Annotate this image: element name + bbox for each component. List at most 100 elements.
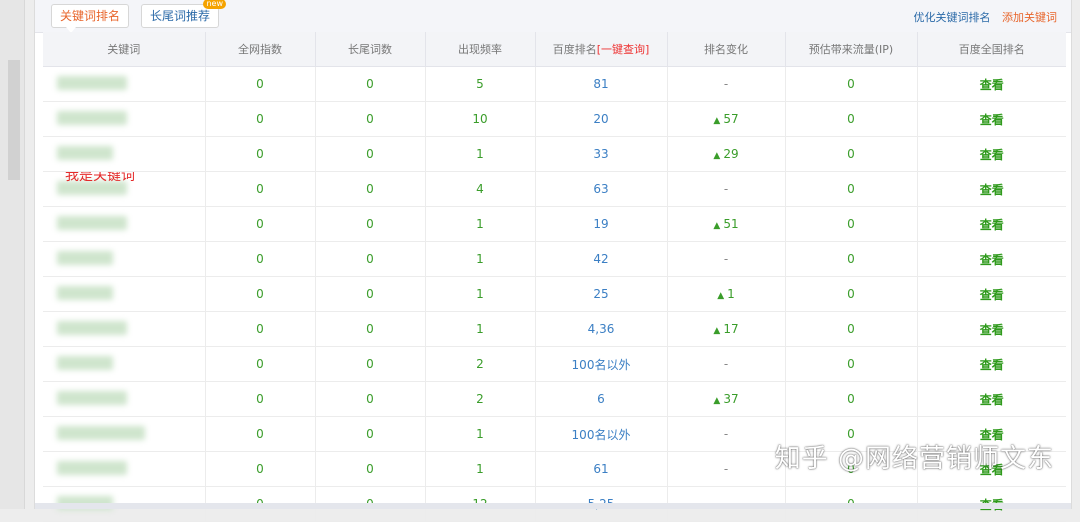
left-edge xyxy=(0,0,25,509)
baidu-rank-cell[interactable]: 4,36 xyxy=(535,311,668,347)
traffic-cell: 0 xyxy=(785,381,918,417)
index-cell: 0 xyxy=(205,311,316,347)
keyword-cell xyxy=(43,136,206,172)
table-row: 0 0 1 25 ▲ 1 0 查看 xyxy=(43,276,1066,312)
col-longtail: 长尾词数 xyxy=(315,32,426,67)
rank-change-value: 17 xyxy=(723,322,739,336)
blurred-keyword xyxy=(57,251,113,265)
rank-change-cell: - xyxy=(667,451,786,487)
blurred-keyword xyxy=(57,286,113,300)
index-cell: 0 xyxy=(205,346,316,382)
index-cell: 0 xyxy=(205,241,316,277)
arrow-up-icon: ▲ xyxy=(713,221,721,231)
index-cell: 0 xyxy=(205,206,316,242)
tab-longtail-recommend-label: 长尾词推荐 xyxy=(150,9,211,23)
new-badge: new xyxy=(203,0,227,9)
rank-change-cell: ▲ 1 xyxy=(667,276,786,312)
table-row: 0 0 2 6 ▲ 37 0 查看 xyxy=(43,381,1066,417)
view-button[interactable]: 查看 xyxy=(917,171,1066,207)
col-traffic: 预估带来流量(IP) xyxy=(785,32,918,67)
baidu-rank-cell[interactable]: 33 xyxy=(535,136,668,172)
top-links: 优化关键词排名 添加关键词 xyxy=(906,9,1058,25)
view-button[interactable]: 查看 xyxy=(917,206,1066,242)
index-cell: 0 xyxy=(205,101,316,137)
view-button[interactable]: 查看 xyxy=(917,311,1066,347)
view-button[interactable]: 查看 xyxy=(917,346,1066,382)
index-cell: 0 xyxy=(205,276,316,312)
frequency-cell: 1 xyxy=(425,311,536,347)
baidu-rank-cell[interactable]: 63 xyxy=(535,171,668,207)
optimize-ranking-link[interactable]: 优化关键词排名 xyxy=(914,11,991,24)
longtail-cell: 0 xyxy=(315,136,426,172)
traffic-cell: 0 xyxy=(785,136,918,172)
rank-change-value: 57 xyxy=(723,112,739,126)
traffic-cell: 0 xyxy=(785,66,918,102)
frequency-cell: 2 xyxy=(425,346,536,382)
bottom-scrollbar[interactable] xyxy=(35,503,1071,509)
frequency-cell: 1 xyxy=(425,206,536,242)
view-button[interactable]: 查看 xyxy=(917,101,1066,137)
baidu-rank-cell[interactable]: 81 xyxy=(535,66,668,102)
rank-change-value: 37 xyxy=(723,392,739,406)
col-rank-change: 排名变化 xyxy=(667,32,786,67)
blurred-keyword xyxy=(57,146,113,160)
frequency-cell: 1 xyxy=(425,451,536,487)
blurred-keyword xyxy=(57,76,127,90)
col-baidu-rank-label: 百度排名 xyxy=(552,43,597,56)
arrow-up-icon: ▲ xyxy=(717,291,725,301)
baidu-rank-cell[interactable]: 19 xyxy=(535,206,668,242)
arrow-up-icon: ▲ xyxy=(713,116,721,126)
keyword-cell xyxy=(43,346,206,382)
frequency-cell: 5 xyxy=(425,66,536,102)
rank-change-cell: ▲ 57 xyxy=(667,101,786,137)
rank-change-value: 51 xyxy=(723,217,739,231)
view-button[interactable]: 查看 xyxy=(917,241,1066,277)
rank-change-value: 1 xyxy=(727,287,735,301)
frequency-cell: 1 xyxy=(425,276,536,312)
baidu-rank-cell[interactable]: 61 xyxy=(535,451,668,487)
view-button[interactable]: 查看 xyxy=(917,381,1066,417)
keyword-panel: 关键词排名 长尾词推荐 new 优化关键词排名 添加关键词 关键词 全网指数 长… xyxy=(34,0,1072,522)
rank-change-cell: ▲ 37 xyxy=(667,381,786,417)
one-click-query-link[interactable]: [一键查询] xyxy=(597,43,650,56)
col-national-rank: 百度全国排名 xyxy=(917,32,1066,67)
keyword-label: 我是关键词 xyxy=(65,171,135,185)
rank-change-cell: - xyxy=(667,416,786,452)
tab-keyword-ranking[interactable]: 关键词排名 xyxy=(51,4,130,33)
left-edge-shade xyxy=(8,60,20,180)
baidu-rank-cell[interactable]: 42 xyxy=(535,241,668,277)
keyword-cell xyxy=(43,66,206,102)
view-button[interactable]: 查看 xyxy=(917,136,1066,172)
traffic-cell: 0 xyxy=(785,311,918,347)
rank-change-cell: ▲ 17 xyxy=(667,311,786,347)
arrow-up-icon: ▲ xyxy=(713,151,721,161)
index-cell: 0 xyxy=(205,136,316,172)
longtail-cell: 0 xyxy=(315,241,426,277)
baidu-rank-cell[interactable]: 100名以外 xyxy=(535,416,668,452)
table-row: 0 0 2 100名以外 -0 查看 xyxy=(43,346,1066,382)
traffic-cell: 0 xyxy=(785,241,918,277)
frequency-cell: 1 xyxy=(425,136,536,172)
baidu-rank-cell[interactable]: 25 xyxy=(535,276,668,312)
rank-change-cell: - xyxy=(667,241,786,277)
watermark: 知乎 @网络营销师文东 xyxy=(774,444,1054,474)
traffic-cell: 0 xyxy=(785,206,918,242)
index-cell: 0 xyxy=(205,171,316,207)
table-row: 0 0 5 81-0 查看 xyxy=(43,66,1066,102)
longtail-cell: 0 xyxy=(315,276,426,312)
baidu-rank-cell[interactable]: 20 xyxy=(535,101,668,137)
frequency-cell: 10 xyxy=(425,101,536,137)
rank-change-cell: - xyxy=(667,66,786,102)
tab-longtail-recommend[interactable]: 长尾词推荐 new xyxy=(141,0,227,28)
frequency-cell: 4 xyxy=(425,171,536,207)
view-button[interactable]: 查看 xyxy=(917,276,1066,312)
rank-change-cell: ▲ 29 xyxy=(667,136,786,172)
traffic-cell: 0 xyxy=(785,346,918,382)
baidu-rank-cell[interactable]: 6 xyxy=(535,381,668,417)
index-cell: 0 xyxy=(205,66,316,102)
longtail-cell: 0 xyxy=(315,381,426,417)
baidu-rank-cell[interactable]: 100名以外 xyxy=(535,346,668,382)
view-button[interactable]: 查看 xyxy=(917,66,1066,102)
add-keyword-link[interactable]: 添加关键词 xyxy=(1002,11,1057,24)
table-row: 0 0 1 33 ▲ 29 0 查看 xyxy=(43,136,1066,172)
